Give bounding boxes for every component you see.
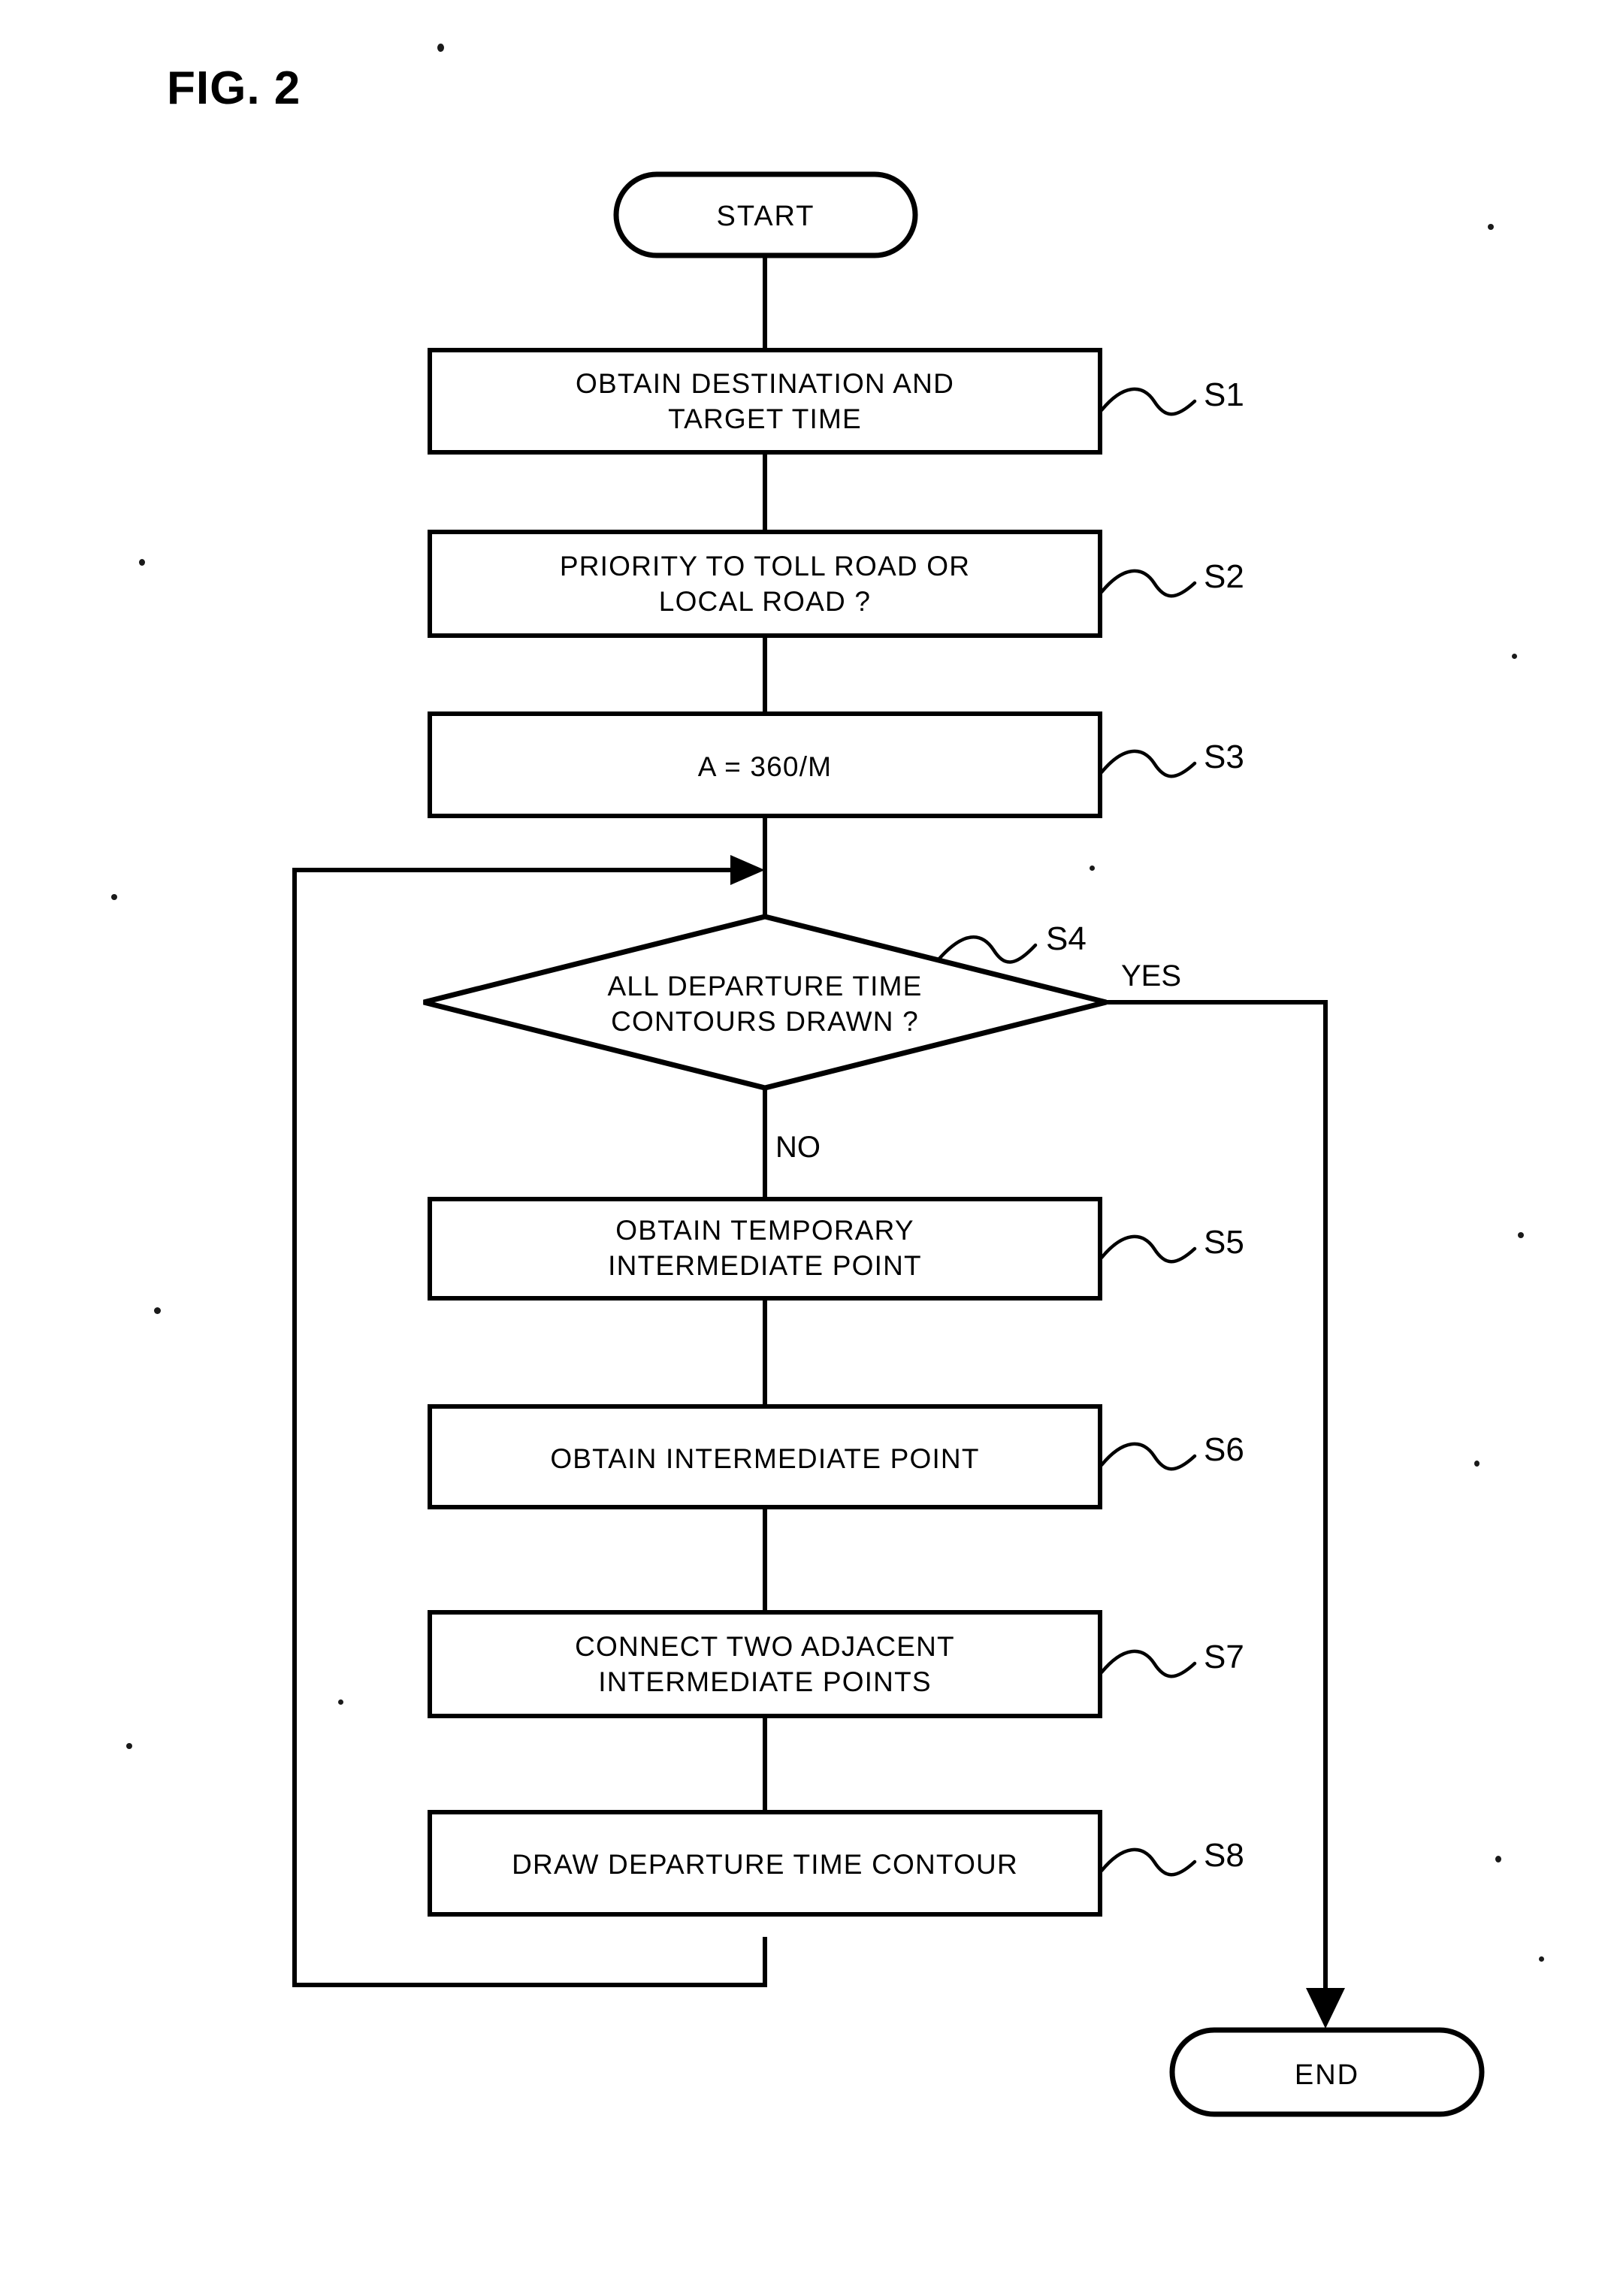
- step-label-s1: S1: [1204, 376, 1244, 413]
- node-end: END: [1169, 2027, 1485, 2117]
- step-label-s2: S2: [1204, 558, 1244, 595]
- node-s6: OBTAIN INTERMEDIATE POINT: [428, 1404, 1102, 1509]
- s5-leader-squiggle: [1099, 1234, 1197, 1264]
- node-s8: DRAW DEPARTURE TIME CONTOUR: [428, 1810, 1102, 1917]
- s3-label-line-1: A = 360/M: [698, 751, 832, 782]
- s1-label-line-1: OBTAIN DESTINATION AND: [576, 368, 954, 399]
- s5-shape: [428, 1197, 1102, 1301]
- s2-label-line-1: PRIORITY TO TOLL ROAD OR: [560, 551, 970, 582]
- patent-figure-page: FIG. 2 START OBTAIN DESTINATION AND TARG…: [0, 0, 1611, 2296]
- step-label-s3: S3: [1204, 739, 1244, 775]
- node-start: START: [613, 171, 918, 258]
- s4-shape: [423, 914, 1107, 1091]
- s4-label-line-2: CONTOURS DRAWN ?: [611, 1006, 919, 1037]
- s8-label-line-1: DRAW DEPARTURE TIME CONTOUR: [512, 1849, 1018, 1880]
- step-label-s7: S7: [1204, 1639, 1244, 1675]
- node-s1: OBTAIN DESTINATION AND TARGET TIME: [428, 348, 1102, 455]
- end-arrowhead-icon: [1306, 1988, 1345, 2029]
- node-s3: A = 360/M: [428, 711, 1102, 818]
- s2-label-line-2: LOCAL ROAD ?: [659, 586, 871, 617]
- branch-label-yes: YES: [1121, 959, 1181, 992]
- s7-label-line-2: INTERMEDIATE POINTS: [598, 1666, 932, 1697]
- s7-label-line-1: CONNECT TWO ADJACENT: [575, 1631, 955, 1662]
- feedback-arrowhead-icon: [730, 855, 765, 885]
- s7-leader-squiggle: [1099, 1649, 1197, 1678]
- branch-label-no: NO: [775, 1131, 821, 1164]
- end-label: END: [1295, 2059, 1359, 2091]
- s6-label-line-1: OBTAIN INTERMEDIATE POINT: [550, 1443, 979, 1474]
- s7-shape: [428, 1610, 1102, 1718]
- step-label-s6: S6: [1204, 1431, 1244, 1468]
- s4-leader-squiggle: [937, 935, 1038, 964]
- s5-label-line-2: INTERMEDIATE POINT: [608, 1250, 922, 1281]
- s1-label-line-2: TARGET TIME: [668, 403, 862, 434]
- s8-leader-squiggle: [1099, 1847, 1197, 1877]
- s1-shape: [428, 348, 1102, 455]
- node-s4: ALL DEPARTURE TIME CONTOURS DRAWN ?: [423, 914, 1107, 1091]
- s2-leader-squiggle: [1099, 569, 1197, 598]
- s5-label-line-1: OBTAIN TEMPORARY: [615, 1215, 914, 1246]
- s4-label-line-1: ALL DEPARTURE TIME: [607, 971, 922, 1001]
- node-s5: OBTAIN TEMPORARY INTERMEDIATE POINT: [428, 1197, 1102, 1301]
- s1-leader-squiggle: [1099, 387, 1197, 416]
- s6-leader-squiggle: [1099, 1442, 1197, 1471]
- start-label: START: [716, 201, 815, 232]
- s3-leader-squiggle: [1099, 749, 1197, 778]
- node-s2: PRIORITY TO TOLL ROAD OR LOCAL ROAD ?: [428, 530, 1102, 638]
- node-s7: CONNECT TWO ADJACENT INTERMEDIATE POINTS: [428, 1610, 1102, 1718]
- s2-shape: [428, 530, 1102, 638]
- step-label-s5: S5: [1204, 1224, 1244, 1261]
- step-label-s4: S4: [1046, 920, 1087, 957]
- step-label-s8: S8: [1204, 1837, 1244, 1874]
